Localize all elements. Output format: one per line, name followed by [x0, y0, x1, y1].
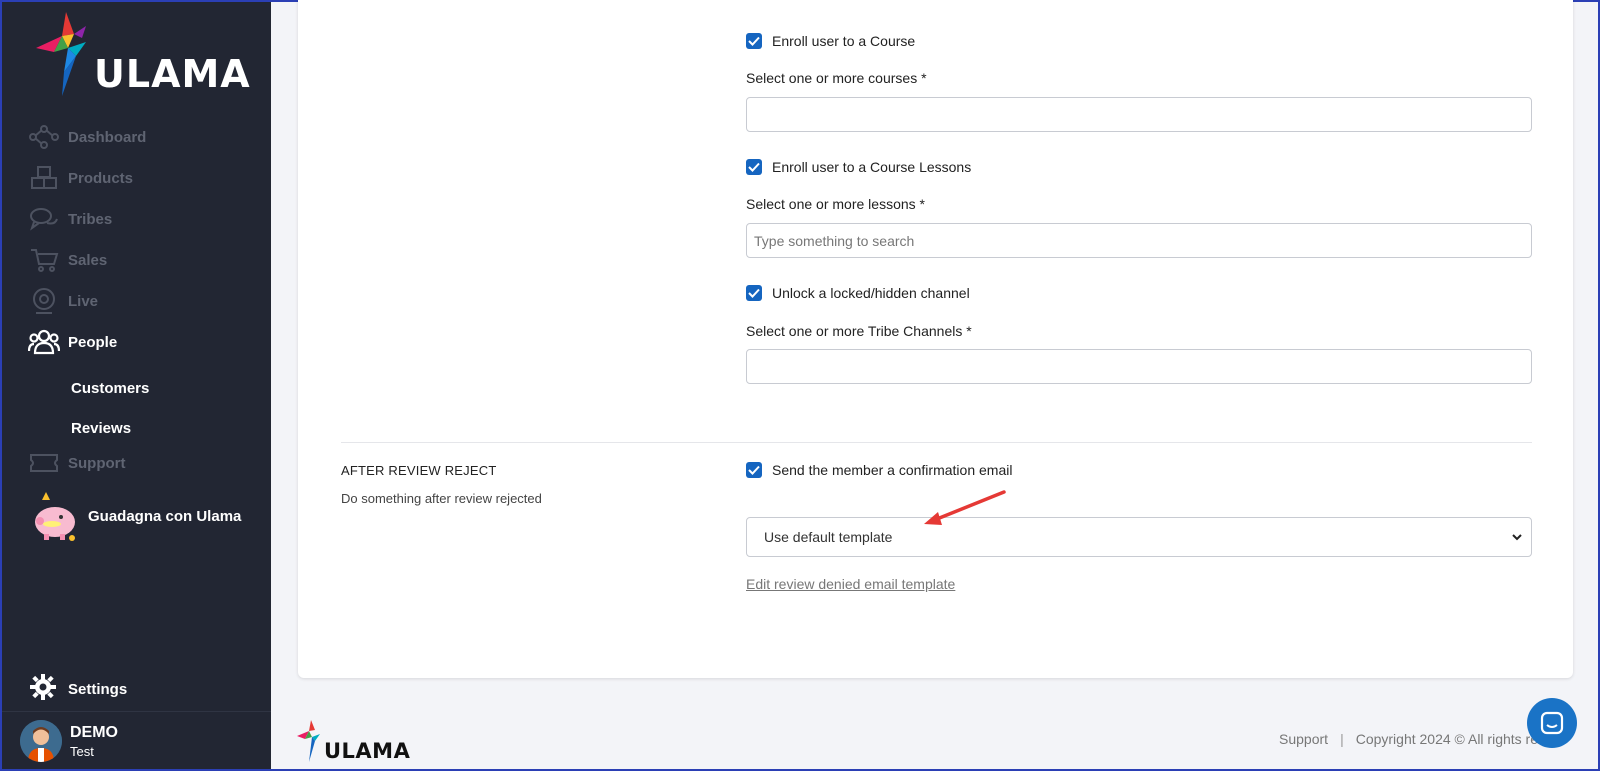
footer-support-link[interactable]: Support: [1279, 731, 1328, 747]
sidebar-item-live[interactable]: Live: [28, 286, 98, 316]
annotation-arrow-icon: [924, 490, 1006, 525]
chat-bubbles-icon: [28, 205, 60, 233]
promo-guadagna[interactable]: Guadagna con Ulama: [28, 490, 241, 542]
sidebar-item-people[interactable]: People: [28, 327, 117, 357]
sidebar-item-products[interactable]: Products: [28, 163, 133, 193]
enroll-lessons-row: Enroll user to a Course Lessons: [746, 159, 971, 175]
sidebar-subitem-customers[interactable]: Customers: [71, 380, 149, 397]
sidebar: ULAMA Dashboard Products Tribes Sales Li…: [2, 2, 271, 769]
email-template-value: Use default template: [764, 529, 893, 545]
sidebar-item-label: Support: [68, 454, 126, 472]
checkmark-icon: [748, 162, 760, 172]
gear-icon: [30, 674, 56, 704]
footer-separator: |: [1340, 731, 1344, 747]
enroll-course-label: Enroll user to a Course: [772, 33, 916, 49]
checkmark-icon: [748, 288, 760, 298]
sidebar-item-label: Live: [68, 292, 99, 310]
cart-icon: [28, 246, 60, 274]
divider: [2, 711, 271, 712]
lessons-field-label: Select one or more lessons *: [746, 196, 925, 212]
unlock-channel-checkbox[interactable]: [746, 285, 762, 301]
user-subtitle: Test: [70, 743, 94, 759]
section-divider: [341, 442, 1532, 443]
enroll-lessons-label: Enroll user to a Course Lessons: [772, 159, 972, 175]
edit-email-template-link[interactable]: Edit review denied email template: [746, 576, 955, 592]
webcam-icon: [28, 287, 60, 315]
ticket-icon: [28, 449, 60, 477]
send-email-label: Send the member a confirmation email: [772, 462, 1013, 478]
chat-launcher-button[interactable]: [1527, 698, 1577, 748]
sidebar-item-tribes[interactable]: Tribes: [28, 204, 112, 234]
footer-bird-logo-icon: [297, 720, 320, 762]
enroll-course-row: Enroll user to a Course: [746, 33, 915, 49]
unlock-channel-label: Unlock a locked/hidden channel: [772, 285, 970, 301]
ulama-logo[interactable]: ULAMA: [36, 12, 250, 102]
footer-logo-wordmark: ULAMA: [324, 739, 411, 763]
after-reject-description: Do something after review rejected: [341, 491, 542, 506]
channels-select-input[interactable]: [746, 349, 1532, 384]
piggy-bank-icon: [35, 492, 75, 541]
sidebar-item-sales[interactable]: Sales: [28, 245, 107, 275]
sidebar-item-label: Sales: [68, 251, 108, 269]
footer-links: Support | Copyright 2024 © All rights re: [1279, 731, 1538, 747]
boxes-icon: [28, 164, 60, 192]
logo-wordmark: ULAMA: [94, 52, 251, 96]
settings-label: Settings: [68, 680, 128, 698]
user-profile[interactable]: DEMO Test: [20, 720, 118, 762]
sidebar-subitem-reviews[interactable]: Reviews: [71, 420, 131, 437]
enroll-lessons-checkbox[interactable]: [746, 159, 762, 175]
courses-field-label: Select one or more courses *: [746, 70, 927, 86]
lessons-search-input[interactable]: [746, 223, 1532, 258]
chat-icon: [1540, 711, 1564, 735]
bird-logo-icon: [36, 12, 86, 96]
user-name: DEMO: [70, 723, 118, 741]
enroll-course-checkbox[interactable]: [746, 33, 762, 49]
avatar: [20, 720, 62, 762]
unlock-channel-row: Unlock a locked/hidden channel: [746, 285, 970, 301]
sidebar-item-label: Dashboard: [68, 128, 147, 146]
footer-copyright: Copyright 2024 © All rights re: [1355, 731, 1538, 747]
sidebar-item-dashboard[interactable]: Dashboard: [28, 122, 146, 152]
sidebar-item-label: Tribes: [68, 210, 113, 228]
sidebar-item-label: Products: [68, 169, 134, 187]
chevron-down-icon: [1512, 534, 1522, 541]
email-template-select[interactable]: Use default template: [746, 517, 1532, 557]
people-icon: [28, 328, 60, 356]
channels-field-label: Select one or more Tribe Channels *: [746, 323, 972, 339]
after-reject-title: AFTER REVIEW REJECT: [341, 463, 497, 478]
sidebar-item-settings[interactable]: Settings: [30, 674, 127, 704]
courses-select-input[interactable]: [746, 97, 1532, 132]
promo-label: Guadagna con Ulama: [88, 507, 242, 525]
checkmark-icon: [748, 465, 760, 475]
send-email-row: Send the member a confirmation email: [746, 462, 1012, 478]
sidebar-item-support[interactable]: Support: [28, 448, 126, 478]
send-email-checkbox[interactable]: [746, 462, 762, 478]
sidebar-item-label: People: [68, 333, 118, 351]
checkmark-icon: [748, 36, 760, 46]
network-icon: [28, 123, 60, 151]
